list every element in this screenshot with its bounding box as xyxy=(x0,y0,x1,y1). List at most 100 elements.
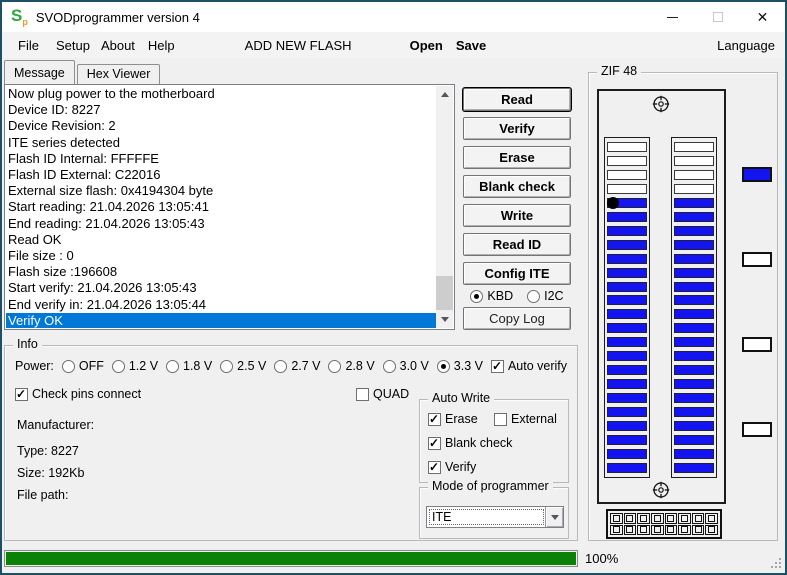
connector-pin xyxy=(650,524,664,535)
power-option-27v[interactable]: 2.7 V xyxy=(274,359,321,373)
menu-bar: File Setup About Help ADD NEW FLASH Open… xyxy=(2,32,785,58)
log-line[interactable]: End verify in: 21.04.2026 13:05:44 xyxy=(6,297,436,313)
tab-hex-viewer-label: Hex Viewer xyxy=(86,67,151,81)
log-line[interactable]: End reading: 21.04.2026 13:05:43 xyxy=(6,216,436,232)
dropdown-button[interactable] xyxy=(545,507,563,527)
file-path-label: File path: xyxy=(17,488,69,502)
menu-setup[interactable]: Setup xyxy=(56,38,90,53)
log-scrollbar[interactable] xyxy=(436,86,453,328)
radio-icon xyxy=(382,359,396,373)
minimize-button[interactable] xyxy=(650,2,695,32)
checkbox-icon xyxy=(494,412,507,426)
pin-slot xyxy=(674,155,714,166)
app-icon: Sp xyxy=(11,7,28,27)
tab-message[interactable]: Message xyxy=(4,60,75,84)
erase-button[interactable]: Erase xyxy=(463,146,571,169)
log-line[interactable]: Device Revision: 2 xyxy=(6,118,436,134)
pin-slot xyxy=(674,351,714,362)
connector-pin xyxy=(705,513,718,524)
radio-icon xyxy=(220,359,234,373)
interface-radio-group: KBD I2C xyxy=(463,289,571,303)
menu-file[interactable]: File xyxy=(18,38,39,53)
resize-grip[interactable] xyxy=(769,556,781,568)
power-option-label: 1.8 V xyxy=(183,359,213,373)
pin-slot xyxy=(674,337,714,348)
log-line[interactable]: Start reading: 21.04.2026 13:05:41 xyxy=(6,199,436,215)
zif48-group: ZIF 48 xyxy=(588,64,778,541)
menu-help[interactable]: Help xyxy=(148,38,175,53)
menu-about[interactable]: About xyxy=(101,38,135,53)
log-line[interactable]: Device ID: 8227 xyxy=(6,102,436,118)
power-option-off[interactable]: OFF xyxy=(61,359,104,373)
power-option-label: 2.5 V xyxy=(237,359,267,373)
log-line[interactable]: Start verify: 21.04.2026 13:05:43 xyxy=(6,280,436,296)
message-log[interactable]: Now plug power to the motherboard Device … xyxy=(4,84,455,330)
pin-slot xyxy=(674,435,714,446)
scroll-up-button[interactable] xyxy=(436,86,453,103)
power-option-25v[interactable]: 2.5 V xyxy=(220,359,266,373)
power-option-28v[interactable]: 2.8 V xyxy=(328,359,375,373)
log-line[interactable]: Now plug power to the motherboard xyxy=(6,86,436,102)
log-line[interactable]: ITE series detected xyxy=(6,135,436,151)
connector-pin xyxy=(637,513,650,524)
power-option-label: 3.3 V xyxy=(453,359,483,373)
close-icon: ✕ xyxy=(756,8,769,25)
pin-slot xyxy=(674,379,714,390)
write-button[interactable]: Write xyxy=(463,204,571,227)
pin-slot xyxy=(607,295,647,306)
copy-log-button[interactable]: Copy Log xyxy=(463,307,571,330)
power-label: Power: xyxy=(15,359,54,373)
menu-add-new-flash[interactable]: ADD NEW FLASH xyxy=(245,38,352,53)
pin-slot xyxy=(607,239,647,250)
maximize-button[interactable] xyxy=(695,2,740,32)
power-option-18v[interactable]: 1.8 V xyxy=(166,359,212,373)
pin-slot xyxy=(607,211,647,222)
pin-slot xyxy=(674,183,714,194)
verify-button[interactable]: Verify xyxy=(463,117,571,140)
log-line[interactable]: Flash size :196608 xyxy=(6,264,436,280)
manufacturer-label: Manufacturer: xyxy=(17,418,95,432)
log-line[interactable]: Verify OK xyxy=(6,312,436,328)
size-label: Size: 192Kb xyxy=(17,466,85,480)
external-checkbox[interactable]: External xyxy=(494,412,557,426)
pin-slot xyxy=(607,309,647,320)
connector-pin xyxy=(664,524,678,535)
i2c-radio[interactable]: I2C xyxy=(527,289,564,303)
erase-checkbox[interactable]: Erase xyxy=(428,412,478,426)
close-button[interactable]: ✕ xyxy=(740,2,785,32)
log-line[interactable]: Read OK xyxy=(6,232,436,248)
read-button[interactable]: Read xyxy=(463,88,571,111)
menu-language[interactable]: Language xyxy=(717,38,775,53)
connector-pin xyxy=(678,513,691,524)
quad-checkbox[interactable]: QUAD xyxy=(356,387,409,401)
log-line[interactable]: External size flash: 0x4194304 byte xyxy=(6,183,436,199)
auto-verify-checkbox[interactable]: Auto verify xyxy=(490,359,567,373)
arrow-up-icon xyxy=(440,92,449,97)
mode-select[interactable]: ITE xyxy=(426,506,564,528)
auto-write-label: Auto Write xyxy=(428,391,495,405)
power-option-12v[interactable]: 1.2 V xyxy=(111,359,158,373)
pin-slot xyxy=(607,407,647,418)
minimize-icon xyxy=(667,16,678,18)
scrollbar-thumb[interactable] xyxy=(436,276,453,310)
config-ite-button[interactable]: Config ITE xyxy=(463,262,571,285)
progress-bar xyxy=(4,550,578,567)
log-line[interactable]: Flash ID External: C22016 xyxy=(6,167,436,183)
blank-check-checkbox[interactable]: Blank check xyxy=(428,436,512,450)
pin-slot xyxy=(607,169,647,180)
kbd-radio[interactable]: KBD xyxy=(470,289,513,303)
menu-open[interactable]: Open xyxy=(410,38,443,53)
tab-hex-viewer[interactable]: Hex Viewer xyxy=(76,64,161,84)
check-pins-checkbox[interactable]: Check pins connect xyxy=(15,387,141,401)
verify-checkbox[interactable]: Verify xyxy=(428,460,476,474)
radio-icon xyxy=(470,289,484,303)
log-line[interactable]: File size : 0 xyxy=(6,248,436,264)
power-option-label: 2.8 V xyxy=(345,359,375,373)
log-line[interactable]: Flash ID Internal: FFFFFE xyxy=(6,151,436,167)
scroll-down-button[interactable] xyxy=(436,311,453,328)
read-id-button[interactable]: Read ID xyxy=(463,233,571,256)
power-option-30v[interactable]: 3.0 V xyxy=(382,359,429,373)
menu-save[interactable]: Save xyxy=(456,38,486,53)
power-option-33v[interactable]: 3.3 V xyxy=(436,359,483,373)
blank-check-button[interactable]: Blank check xyxy=(463,175,571,198)
